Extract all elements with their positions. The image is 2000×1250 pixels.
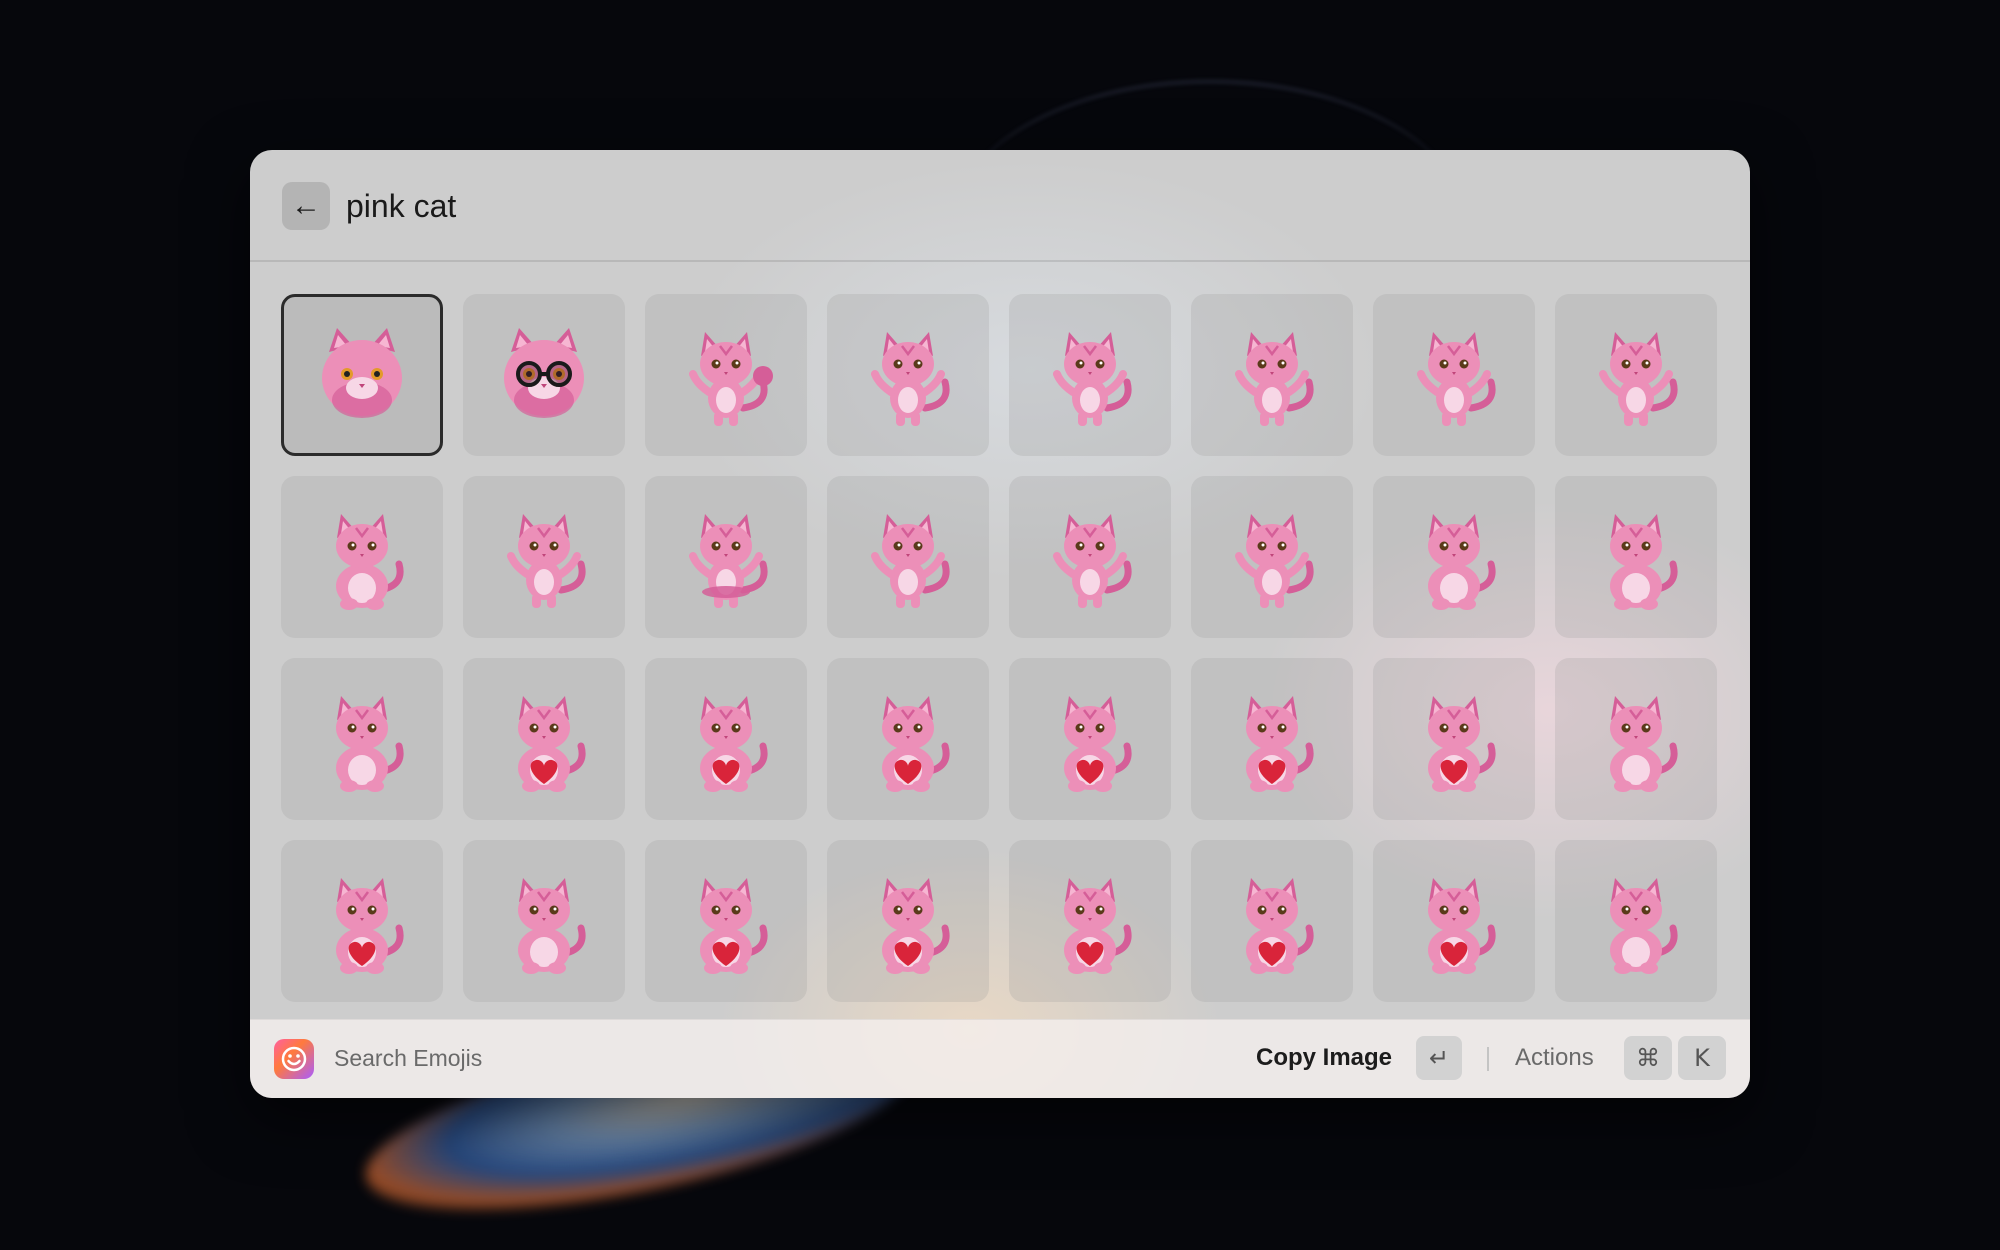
emoji-cell[interactable] [827,840,989,1002]
emoji-grid [281,294,1717,1002]
emoji-cell[interactable] [1191,476,1353,638]
emoji-cell[interactable] [463,294,625,456]
emoji-cell[interactable] [281,658,443,820]
emoji-cell[interactable] [1373,294,1535,456]
pink-cat-emoji-icon [882,696,950,792]
emoji-cell[interactable] [281,476,443,638]
pink-cat-emoji-icon [504,328,584,418]
pink-cat-emoji-icon [336,696,404,792]
k-key-badge: K [1678,1036,1726,1080]
emoji-cell[interactable] [645,294,807,456]
emoji-cell[interactable] [1009,658,1171,820]
pink-cat-emoji-icon [1428,696,1496,792]
pink-cat-emoji-icon [518,878,586,974]
emoji-cell[interactable] [1191,658,1353,820]
emoji-search-window: ← Search Emojis Copy Image ↵ Actions ⌘ K [250,150,1750,1098]
emoji-cell[interactable] [1009,294,1171,456]
pink-cat-emoji-icon [336,878,404,974]
return-key-badge: ↵ [1416,1036,1462,1080]
emoji-cell[interactable] [1555,294,1717,456]
emoji-cell[interactable] [281,294,443,456]
arrow-left-icon: ← [291,189,321,222]
emoji-cell[interactable] [645,840,807,1002]
pink-cat-emoji-icon [518,696,586,792]
pink-cat-emoji-icon [507,514,586,608]
search-input[interactable] [346,178,1646,234]
pink-cat-emoji-icon [1428,514,1496,610]
emoji-cell[interactable] [827,476,989,638]
pink-cat-emoji-icon [1235,514,1314,608]
emoji-cell[interactable] [645,658,807,820]
pink-cat-emoji-icon [882,878,950,974]
pink-cat-emoji-icon [689,514,768,608]
emoji-cell[interactable] [1191,294,1353,456]
pink-cat-emoji-icon [1610,696,1678,792]
pink-cat-emoji-icon [1610,878,1678,974]
pink-cat-emoji-icon [871,514,950,608]
pink-cat-emoji-icon [1064,878,1132,974]
smiley-face-icon [274,1039,314,1079]
emoji-cell[interactable] [1555,476,1717,638]
pink-cat-emoji-icon [700,696,768,792]
command-key-badge: ⌘ [1624,1036,1672,1080]
pink-cat-emoji-icon [689,332,773,426]
emoji-cell[interactable] [1373,476,1535,638]
pink-cat-emoji-icon [1235,332,1314,426]
pink-cat-emoji-icon [322,328,402,418]
pink-cat-emoji-icon [1064,696,1132,792]
emoji-cell[interactable] [463,840,625,1002]
pink-cat-emoji-icon [1053,514,1132,608]
emoji-cell[interactable] [645,476,807,638]
emoji-cell[interactable] [827,294,989,456]
emoji-cell[interactable] [1009,840,1171,1002]
emoji-cell[interactable] [1373,658,1535,820]
emoji-cell[interactable] [1191,840,1353,1002]
pink-cat-emoji-icon [1246,696,1314,792]
pink-cat-emoji-icon [1428,878,1496,974]
emoji-cell[interactable] [463,476,625,638]
footer-bar: Search Emojis Copy Image ↵ Actions ⌘ K [250,1019,1750,1098]
pink-cat-emoji-icon [1246,878,1314,974]
emoji-cell[interactable] [463,658,625,820]
emoji-cell[interactable] [281,840,443,1002]
pink-cat-emoji-icon [1417,332,1496,426]
emoji-cell[interactable] [1373,840,1535,1002]
emoji-cell[interactable] [1555,840,1717,1002]
pink-cat-emoji-icon [700,878,768,974]
pink-cat-emoji-icon [1599,332,1678,426]
search-bar: ← [250,150,1750,262]
emoji-cell[interactable] [827,658,989,820]
copy-image-button[interactable]: Copy Image [1256,1044,1392,1072]
actions-button[interactable]: Actions [1515,1044,1594,1072]
footer-divider [1487,1047,1489,1071]
return-icon: ↵ [1428,1044,1450,1072]
pink-cat-emoji-icon [336,514,404,610]
command-icon: ⌘ [1636,1044,1660,1072]
pink-cat-emoji-icon [871,332,950,426]
back-button[interactable]: ← [282,182,330,230]
emoji-cell[interactable] [1555,658,1717,820]
footer-title: Search Emojis [334,1045,483,1071]
pink-cat-emoji-icon [1053,332,1132,426]
emoji-cell[interactable] [1009,476,1171,638]
pink-cat-emoji-icon [1610,514,1678,610]
